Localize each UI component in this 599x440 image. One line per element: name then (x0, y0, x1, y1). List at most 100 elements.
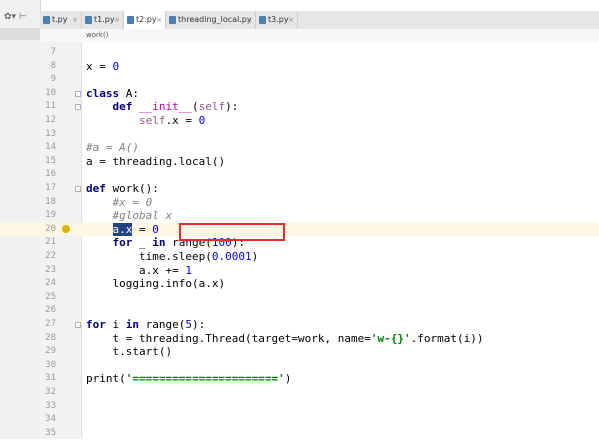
line-number: 15 (45, 155, 56, 166)
line-number: 30 (45, 359, 56, 370)
line-number: 10 (45, 87, 56, 98)
breadcrumb[interactable]: work() (40, 29, 599, 43)
code-line-10[interactable]: 10 class A: (0, 87, 599, 101)
line-number: 23 (45, 264, 56, 275)
line-number: 28 (45, 332, 56, 343)
line-number: 22 (45, 251, 56, 261)
code-line-26[interactable]: 26 (0, 304, 599, 318)
python-file-icon (43, 16, 50, 24)
python-file-icon (169, 16, 176, 24)
lightbulb-icon[interactable] (62, 224, 70, 233)
code-text[interactable]: a.x += 1 (86, 264, 192, 278)
code-line-7[interactable]: 7 (0, 46, 599, 60)
code-line-8[interactable]: 8 x = 0 (0, 60, 599, 74)
fold-icon[interactable] (75, 186, 81, 192)
fold-icon[interactable] (75, 90, 81, 97)
settings-icon[interactable]: ✿▾ ⊢ (0, 12, 40, 26)
code-text[interactable]: #a = A() (86, 141, 139, 155)
python-file-icon (85, 16, 92, 24)
code-line-29[interactable]: 29 t.start() (0, 345, 599, 359)
line-number: 11 (45, 101, 56, 112)
tab-t2-py[interactable]: t2.py × (124, 11, 166, 29)
code-line-33[interactable]: 33 (0, 400, 599, 414)
code-line-25[interactable]: 25 (0, 291, 599, 305)
fold-icon[interactable] (75, 322, 81, 328)
fold-icon[interactable] (75, 104, 81, 111)
close-icon[interactable]: × (72, 11, 78, 29)
code-text[interactable]: def __init__(self): (86, 100, 239, 114)
code-line-31[interactable]: 31 print('======================') (0, 372, 599, 386)
code-line-16[interactable]: 16 (0, 168, 599, 182)
code-text[interactable]: print('======================') (86, 372, 291, 386)
close-icon[interactable]: × (288, 11, 294, 29)
code-text[interactable]: #global x (86, 209, 172, 223)
code-text[interactable]: for i in range(5): (86, 318, 205, 332)
annotation-box (179, 223, 285, 241)
line-number: 13 (45, 128, 56, 139)
tab-threading-local-py[interactable]: threading_local.py × (166, 11, 256, 29)
code-line-35[interactable]: 35 (0, 427, 599, 440)
code-line-12[interactable]: 12 self.x = 0 (0, 114, 599, 128)
code-text[interactable]: a = threading.local() (86, 155, 225, 169)
selected-text: a.x (112, 222, 133, 236)
line-number: 18 (45, 196, 56, 207)
code-line-23[interactable]: 23 a.x += 1 (0, 264, 599, 278)
code-text[interactable]: logging.info(a.x) (86, 277, 226, 291)
code-line-17[interactable]: 17 def work(): (0, 182, 599, 196)
code-text[interactable]: t.start() (86, 345, 173, 359)
code-text[interactable]: self.x = 0 (86, 114, 205, 128)
close-icon[interactable]: × (156, 11, 162, 29)
code-text[interactable]: class A: (86, 87, 139, 101)
line-number: 26 (45, 305, 56, 316)
line-number: 24 (45, 278, 56, 289)
code-line-24[interactable]: 24 logging.info(a.x) (0, 277, 599, 291)
line-number: 34 (45, 414, 56, 425)
line-number: 29 (45, 346, 56, 357)
code-text[interactable]: t = threading.Thread(target=work, name='… (86, 332, 484, 346)
code-line-22[interactable]: 22 time.sleep(0.0001) (0, 250, 599, 264)
line-number: 25 (45, 291, 56, 302)
line-number: 20 (45, 223, 56, 234)
line-number: 33 (45, 400, 56, 411)
code-line-34[interactable]: 34 (0, 413, 599, 427)
code-text[interactable]: def work(): (86, 182, 159, 196)
line-number: 35 (45, 427, 56, 438)
code-line-11[interactable]: 11 def __init__(self): (0, 100, 599, 114)
tab-t3-py[interactable]: t3.py × (256, 11, 298, 29)
code-text[interactable]: x = 0 (86, 60, 119, 74)
line-number: 16 (45, 169, 56, 180)
code-line-19[interactable]: 19 #global x (0, 209, 599, 223)
code-line-21[interactable]: 21 for _ in range(100): (0, 236, 599, 250)
line-number: 27 (45, 319, 56, 329)
code-text[interactable]: #x = 0 (86, 196, 152, 210)
line-number: 21 (45, 237, 56, 248)
line-number: 12 (45, 115, 56, 125)
code-text[interactable]: a.x = 0 (86, 222, 159, 237)
line-number: 9 (50, 74, 56, 85)
python-file-icon (259, 16, 266, 24)
code-line-9[interactable]: 9 (0, 73, 599, 87)
code-line-27[interactable]: 27 for i in range(5): (0, 318, 599, 332)
code-line-18[interactable]: 18 #x = 0 (0, 196, 599, 210)
line-number: 31 (45, 373, 56, 384)
code-text[interactable]: time.sleep(0.0001) (86, 250, 258, 264)
tab-t1-py[interactable]: t1.py × (82, 11, 124, 29)
line-number: 14 (45, 142, 56, 153)
code-line-32[interactable]: 32 (0, 386, 599, 400)
close-icon[interactable]: × (114, 11, 120, 29)
code-line-15[interactable]: 15 a = threading.local() (0, 155, 599, 169)
project-tree-row[interactable] (0, 28, 40, 40)
python-file-icon (127, 16, 134, 24)
line-number: 19 (45, 210, 56, 221)
line-number: 32 (45, 387, 56, 397)
line-number: 8 (50, 60, 56, 71)
code-line-30[interactable]: 30 (0, 359, 599, 373)
code-line-20[interactable]: 20 a.x = 0 (0, 222, 599, 237)
close-icon[interactable]: × (246, 11, 252, 29)
code-line-13[interactable]: 13 (0, 128, 599, 142)
line-number: 7 (50, 47, 56, 57)
code-line-14[interactable]: 14 #a = A() (0, 141, 599, 155)
code-line-28[interactable]: 28 t = threading.Thread(target=work, nam… (0, 332, 599, 346)
line-number: 17 (45, 183, 56, 193)
tab-t-py[interactable]: t.py × (40, 11, 82, 29)
